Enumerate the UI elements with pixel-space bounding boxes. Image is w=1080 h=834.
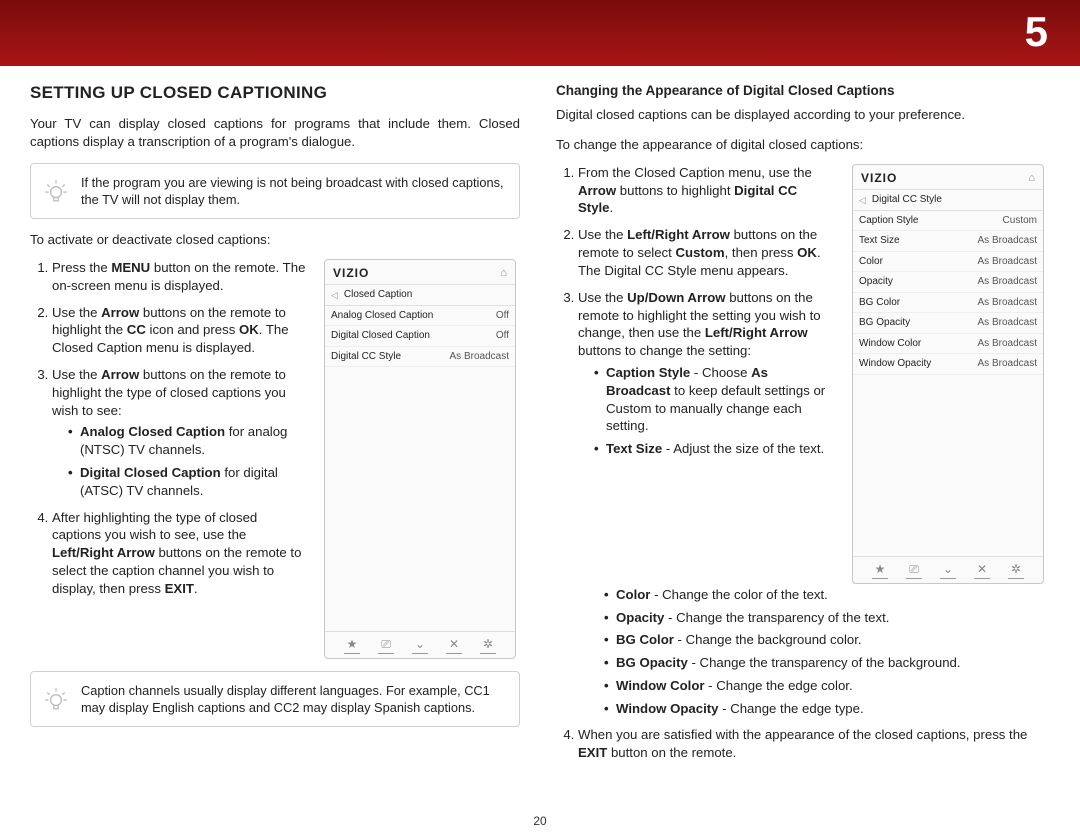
rstep-4: When you are satisfied with the appearan… bbox=[578, 726, 1046, 762]
tip-text: If the program you are viewing is not be… bbox=[81, 175, 504, 207]
left-lower-block: Press the MENU button on the remote. The… bbox=[30, 259, 520, 659]
chapter-number: 5 bbox=[1025, 8, 1048, 56]
menu-row: Caption StyleCustom bbox=[853, 211, 1043, 232]
rb-window-opacity: Window Opacity - Change the edge type. bbox=[604, 700, 1046, 718]
left-steps-text: Press the MENU button on the remote. The… bbox=[30, 259, 310, 607]
right-column: Changing the Appearance of Digital Close… bbox=[556, 82, 1046, 824]
lightbulb-icon bbox=[43, 686, 69, 712]
rb-bg-opacity: BG Opacity - Change the transparency of … bbox=[604, 654, 1046, 672]
right-steps-text: From the Closed Caption menu, use the Ar… bbox=[556, 164, 836, 467]
footer-icon: ✲ bbox=[1008, 561, 1024, 579]
menu-row: BG ColorAs Broadcast bbox=[853, 293, 1043, 314]
bullet-digital: Digital Closed Caption for digital (ATSC… bbox=[68, 464, 310, 500]
rstep-1: From the Closed Caption menu, use the Ar… bbox=[578, 164, 836, 217]
header-band: 5 bbox=[0, 0, 1080, 66]
lightbulb-icon bbox=[43, 178, 69, 204]
page-content: SETTING UP CLOSED CAPTIONING Your TV can… bbox=[0, 66, 1080, 834]
step-1: Press the MENU button on the remote. The… bbox=[52, 259, 310, 295]
menu-title-row: ◁Closed Caption bbox=[325, 284, 515, 306]
back-arrow-icon: ◁ bbox=[331, 289, 338, 301]
footer-icon: ✲ bbox=[480, 636, 496, 654]
intro-paragraph: Your TV can display closed captions for … bbox=[30, 115, 520, 151]
rb-window-color: Window Color - Change the edge color. bbox=[604, 677, 1046, 695]
tip-text: Caption channels usually display differe… bbox=[81, 683, 490, 715]
rb-color: Color - Change the color of the text. bbox=[604, 586, 1046, 604]
rstep-3: Use the Up/Down Arrow buttons on the rem… bbox=[578, 289, 836, 458]
brand-logo: VIZIO bbox=[333, 265, 369, 281]
footer-icon: ★ bbox=[872, 561, 888, 579]
rb-text-size: Text Size - Adjust the size of the text. bbox=[594, 440, 836, 458]
tip-box-languages: Caption channels usually display differe… bbox=[30, 671, 520, 728]
menu-row: Window OpacityAs Broadcast bbox=[853, 354, 1043, 375]
footer-icon: ✕ bbox=[974, 561, 990, 579]
left-column: SETTING UP CLOSED CAPTIONING Your TV can… bbox=[30, 82, 520, 824]
right-intro-1: Digital closed captions can be displayed… bbox=[556, 106, 1046, 124]
menu-title-row: ◁Digital CC Style bbox=[853, 189, 1043, 211]
activate-lead: To activate or deactivate closed caption… bbox=[30, 231, 520, 249]
footer-icon: ⌄ bbox=[940, 561, 956, 579]
menu-row: Text SizeAs Broadcast bbox=[853, 231, 1043, 252]
right-intro-2: To change the appearance of digital clos… bbox=[556, 136, 1046, 154]
menu-row: Window ColorAs Broadcast bbox=[853, 334, 1043, 355]
bullet-analog: Analog Closed Caption for analog (NTSC) … bbox=[68, 423, 310, 459]
menu-row: OpacityAs Broadcast bbox=[853, 272, 1043, 293]
menu-row: ColorAs Broadcast bbox=[853, 252, 1043, 273]
page-number: 20 bbox=[533, 814, 546, 828]
menu-footer-icons: ★ ⎚ ⌄ ✕ ✲ bbox=[853, 556, 1043, 583]
footer-icon: ✕ bbox=[446, 636, 462, 654]
rb-opacity: Opacity - Change the transparency of the… bbox=[604, 609, 1046, 627]
menu-row: Digital Closed CaptionOff bbox=[325, 326, 515, 347]
footer-icon: ⎚ bbox=[378, 636, 394, 654]
digital-cc-style-menu-screenshot: VIZIO ⌂ ◁Digital CC Style Caption StyleC… bbox=[852, 164, 1044, 584]
rb-bg-color: BG Color - Change the background color. bbox=[604, 631, 1046, 649]
section-title: SETTING UP CLOSED CAPTIONING bbox=[30, 82, 520, 105]
menu-row: BG OpacityAs Broadcast bbox=[853, 313, 1043, 334]
step-3: Use the Arrow buttons on the remote to h… bbox=[52, 366, 310, 500]
rb-caption-style: Caption Style - Choose As Broadcast to k… bbox=[594, 364, 836, 435]
home-icon: ⌂ bbox=[500, 266, 507, 281]
menu-row: Analog Closed CaptionOff bbox=[325, 306, 515, 327]
tip-box-broadcast: If the program you are viewing is not be… bbox=[30, 163, 520, 220]
menu-row: Digital CC StyleAs Broadcast bbox=[325, 347, 515, 368]
footer-icon: ⌄ bbox=[412, 636, 428, 654]
brand-logo: VIZIO bbox=[861, 170, 897, 186]
home-icon: ⌂ bbox=[1028, 171, 1035, 186]
footer-icon: ★ bbox=[344, 636, 360, 654]
back-arrow-icon: ◁ bbox=[859, 194, 866, 206]
footer-icon: ⎚ bbox=[906, 561, 922, 579]
closed-caption-menu-screenshot: VIZIO ⌂ ◁Closed Caption Analog Closed Ca… bbox=[324, 259, 516, 659]
right-side-block: From the Closed Caption menu, use the Ar… bbox=[556, 164, 1046, 584]
subheading: Changing the Appearance of Digital Close… bbox=[556, 82, 1046, 100]
rstep-2: Use the Left/Right Arrow buttons on the … bbox=[578, 226, 836, 279]
menu-footer-icons: ★ ⎚ ⌄ ✕ ✲ bbox=[325, 631, 515, 658]
step-2: Use the Arrow buttons on the remote to h… bbox=[52, 304, 310, 357]
step-4: After highlighting the type of closed ca… bbox=[52, 509, 310, 598]
